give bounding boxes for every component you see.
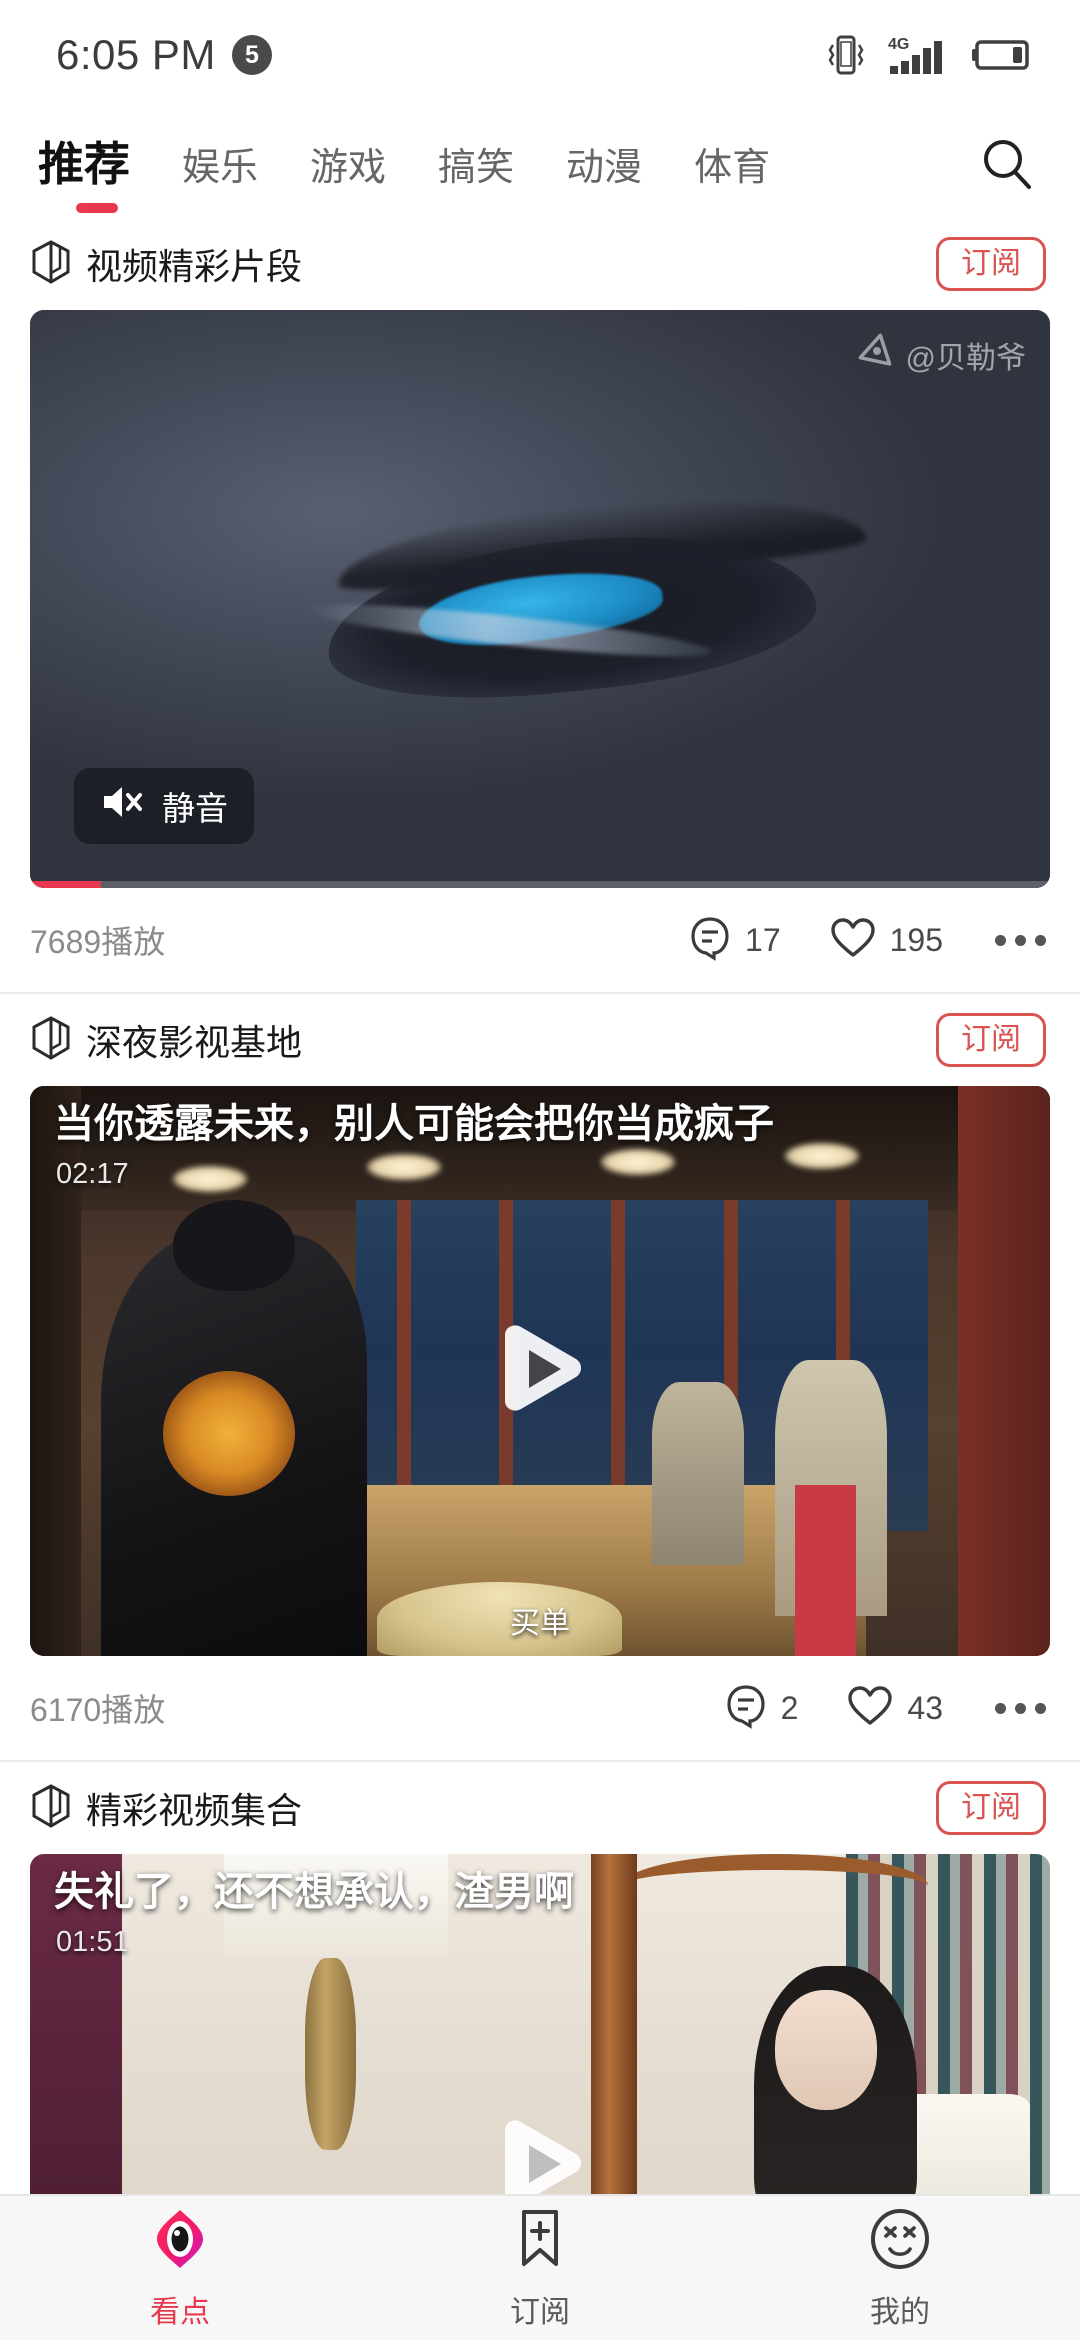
feed-card: 精彩视频集合 订阅 失礼了，还不想承认，渣男啊 01:51	[0, 1762, 1080, 2254]
tab-label: 游戏	[310, 147, 387, 189]
feed-card: 视频精彩片段 订阅 @贝勒爷 静音 7689播放 17 195	[0, 218, 1080, 994]
man-head	[172, 1200, 296, 1292]
channel-name: 视频精彩片段	[86, 246, 303, 287]
card-header: 深夜影视基地 订阅	[0, 994, 1080, 1086]
play-triangle-icon[interactable]	[482, 1313, 598, 1429]
channel-name: 深夜影视基地	[86, 1022, 303, 1063]
like-button[interactable]: 195	[829, 916, 943, 965]
comment-button[interactable]: 2	[724, 1683, 799, 1734]
vibrate-icon	[826, 32, 866, 78]
bottom-navigation: 看点 订阅 我的	[0, 2194, 1080, 2340]
subscribe-button[interactable]: 订阅	[936, 1781, 1046, 1835]
tab-label: 体育	[694, 147, 771, 189]
face-icon	[867, 2206, 933, 2277]
card-header: 视频精彩片段 订阅	[0, 218, 1080, 310]
nav-item-kandian[interactable]: 看点	[0, 2206, 360, 2331]
video-thumbnail[interactable]: 当你透露未来，别人可能会把你当成疯子 02:17 买单	[30, 1086, 1050, 1656]
status-time: 6:05 PM	[56, 31, 216, 78]
heart-icon	[829, 916, 877, 965]
comment-icon	[724, 1683, 768, 1734]
video-duration: 01:51	[56, 1926, 129, 1958]
play-badge-icon	[858, 332, 896, 378]
comment-button[interactable]: 17	[688, 915, 781, 966]
subscribe-button[interactable]: 订阅	[936, 237, 1046, 291]
channel[interactable]: 精彩视频集合	[30, 1782, 302, 1834]
status-bar: 6:05 PM 5 4G	[0, 0, 1080, 110]
like-count: 43	[907, 1689, 943, 1726]
video-progress-bar[interactable]	[30, 881, 1050, 888]
subscribe-button[interactable]: 订阅	[936, 1013, 1046, 1067]
status-bar-right: 4G	[826, 32, 1034, 78]
nav-label: 我的	[870, 2295, 930, 2329]
watermark: @贝勒爷	[858, 332, 1026, 378]
video-stats-row: 7689播放 17 195	[0, 888, 1080, 992]
active-tab-indicator	[76, 203, 118, 213]
channel[interactable]: 深夜影视基地	[30, 1014, 302, 1066]
tab-anime[interactable]: 动漫	[540, 149, 668, 187]
nav-item-subscriptions[interactable]: 订阅	[360, 2206, 720, 2331]
more-dots-icon[interactable]	[995, 1702, 1046, 1714]
signal-4g-icon: 4G	[888, 32, 950, 78]
heart-icon	[846, 1684, 894, 1733]
video-title: 当你透露未来，别人可能会把你当成疯子	[54, 1102, 774, 1146]
tab-label: 娱乐	[182, 147, 259, 189]
action-buttons: 17 195	[640, 915, 1046, 966]
video-title: 失礼了，还不想承认，渣男啊	[54, 1870, 574, 1914]
search-icon[interactable]	[970, 126, 1046, 202]
video-duration: 02:17	[56, 1158, 129, 1190]
box-3d-icon	[30, 1015, 72, 1066]
notification-badge: 5	[231, 35, 272, 75]
like-count: 195	[889, 921, 943, 958]
comment-count: 2	[780, 1689, 799, 1726]
box-3d-icon	[30, 239, 72, 290]
app-screen: 6:05 PM 5 4G 推荐 娱乐 游戏 搞笑 动漫 体育 视频精彩片段 订阅…	[0, 0, 1080, 2340]
nav-item-mine[interactable]: 我的	[720, 2206, 1080, 2331]
play-count: 6170播放	[30, 1692, 166, 1728]
lamp-stand	[305, 1958, 357, 2150]
top-tab-bar: 推荐 娱乐 游戏 搞笑 动漫 体育	[0, 110, 1080, 218]
video-feed: 视频精彩片段 订阅 @贝勒爷 静音 7689播放 17 195 深夜影视基地 订…	[0, 218, 1080, 2254]
eye-diamond-icon	[147, 2206, 213, 2277]
tab-games[interactable]: 游戏	[284, 149, 412, 187]
svg-text:4G: 4G	[888, 36, 909, 53]
like-button[interactable]: 43	[846, 1684, 943, 1733]
action-buttons: 2 43	[676, 1683, 1046, 1734]
speaker-mute-icon	[100, 783, 148, 829]
mute-label: 静音	[162, 790, 228, 827]
feed-card: 深夜影视基地 订阅 当你透露未来，别人可能会把你当成疯子 02:17 买单 61…	[0, 994, 1080, 1762]
tab-sports[interactable]: 体育	[668, 149, 796, 187]
play-count: 7689播放	[30, 924, 166, 960]
tab-recommend[interactable]: 推荐	[38, 138, 156, 213]
video-stats-row: 6170播放 2 43	[0, 1656, 1080, 1760]
tiger-embroidery	[162, 1371, 296, 1497]
nav-label: 看点	[150, 2295, 210, 2329]
status-bar-left: 6:05 PM 5	[56, 31, 272, 79]
watermark-text: @贝勒爷	[905, 342, 1026, 375]
right-pillar	[958, 1086, 1050, 1656]
channel-name: 精彩视频集合	[86, 1790, 303, 1831]
comment-count: 17	[745, 921, 781, 958]
tab-funny[interactable]: 搞笑	[412, 149, 540, 187]
tab-label: 搞笑	[438, 147, 515, 189]
video-progress-fill	[30, 881, 102, 888]
video-subtitle: 买单	[510, 1607, 570, 1640]
clerk-figure	[652, 1382, 744, 1565]
more-dots-icon[interactable]	[995, 934, 1046, 946]
channel[interactable]: 视频精彩片段	[30, 238, 302, 290]
card-header: 精彩视频集合 订阅	[0, 1762, 1080, 1854]
bookmark-plus-icon	[509, 2206, 571, 2277]
tab-label: 推荐	[38, 138, 130, 190]
video-player[interactable]: @贝勒爷 静音	[30, 310, 1050, 888]
comment-icon	[688, 915, 732, 966]
box-3d-icon	[30, 1783, 72, 1834]
nav-label: 订阅	[510, 2295, 570, 2329]
tab-entertainment[interactable]: 娱乐	[156, 149, 284, 187]
mute-button[interactable]: 静音	[74, 768, 254, 844]
woman-face	[774, 1990, 877, 2110]
tab-label: 动漫	[566, 147, 643, 189]
category-tabs: 推荐 娱乐 游戏 搞笑 动漫 体育	[38, 138, 970, 213]
battery-icon	[972, 35, 1034, 75]
